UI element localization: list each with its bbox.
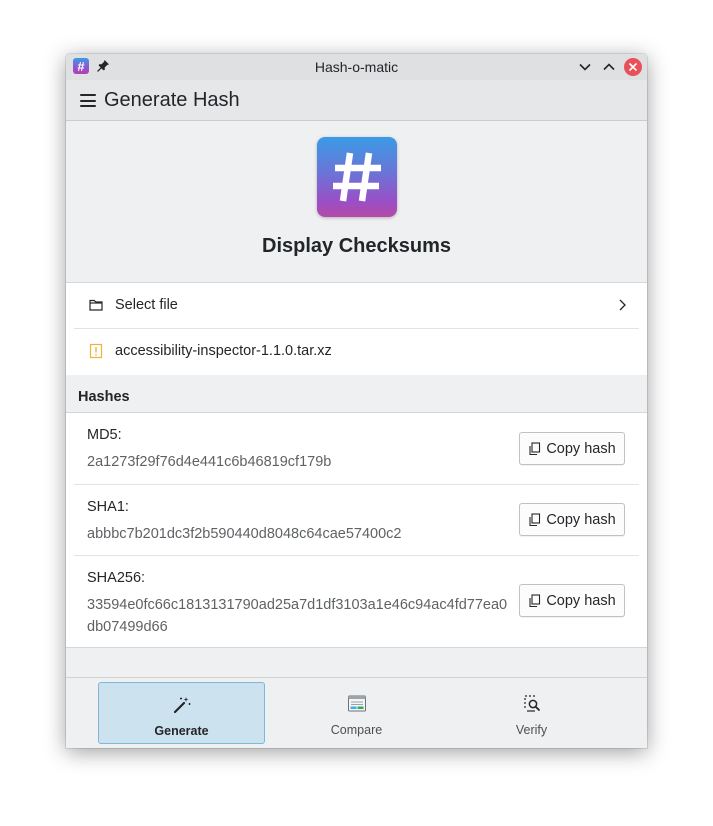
compare-icon	[347, 695, 366, 712]
hash-name: SHA256:	[87, 570, 146, 586]
copy-icon	[529, 593, 541, 607]
hash-value: abbbc7b201dc3f2b590440d8048c64cae57400c2	[87, 526, 402, 542]
maximize-button[interactable]	[600, 58, 618, 76]
copy-hash-button-sha256[interactable]: Copy hash	[519, 584, 625, 617]
nav-tab-compare[interactable]: Compare	[273, 682, 440, 744]
copy-hash-button-sha1[interactable]: Copy hash	[519, 503, 625, 536]
folder-icon	[89, 299, 103, 311]
nav-label: Generate	[154, 724, 209, 738]
bottom-navigation: Generate Compare Verify	[66, 677, 647, 748]
hero-title: Display Checksums	[262, 235, 451, 257]
selected-file-row: accessibility-inspector-1.1.0.tar.xz	[74, 329, 639, 374]
page-header: Generate Hash	[66, 80, 647, 121]
nav-label: Verify	[515, 723, 548, 737]
file-list: Select file accessibility-inspector-1.1.…	[66, 282, 647, 376]
hash-value: 2a1273f29f76d4e441c6b46819cf179b	[87, 454, 332, 470]
menu-icon[interactable]	[80, 94, 96, 107]
copy-hash-label: Copy hash	[546, 511, 616, 528]
hash-app-icon	[317, 137, 397, 217]
hash-row-sha1: SHA1: abbbc7b201dc3f2b590440d8048c64cae5…	[74, 485, 639, 556]
hash-name: MD5:	[87, 427, 122, 443]
copy-hash-label: Copy hash	[546, 440, 616, 457]
select-file-label: Select file	[115, 297, 178, 313]
app-window: # Hash-o-matic Generate Hash Display Che…	[66, 54, 647, 748]
magic-wand-icon	[173, 697, 190, 714]
title-bar[interactable]: # Hash-o-matic	[66, 54, 647, 80]
close-icon	[628, 62, 638, 72]
hash-row-sha256: SHA256: 33594e0fc66c1813131790ad25a7d1df…	[74, 556, 639, 647]
page-title: Generate Hash	[104, 89, 240, 111]
copy-icon	[529, 512, 541, 526]
copy-hash-label: Copy hash	[546, 592, 616, 609]
file-name: accessibility-inspector-1.1.0.tar.xz	[115, 343, 332, 359]
verify-icon	[523, 695, 540, 712]
copy-icon	[529, 441, 541, 455]
hero-section: Display Checksums	[66, 121, 647, 282]
warning-icon	[89, 343, 103, 359]
hash-list: MD5: 2a1273f29f76d4e441c6b46819cf179b Co…	[66, 412, 647, 648]
minimize-button[interactable]	[576, 58, 594, 76]
window-title: Hash-o-matic	[314, 59, 399, 75]
hash-value: 33594e0fc66c1813131790ad25a7d1df3103a1e4…	[87, 597, 508, 635]
hash-row-md5: MD5: 2a1273f29f76d4e441c6b46819cf179b Co…	[74, 413, 639, 485]
select-file-button[interactable]: Select file	[74, 283, 639, 329]
nav-tab-generate[interactable]: Generate	[98, 682, 265, 744]
hash-name: SHA1:	[87, 499, 129, 515]
chevron-right-icon	[619, 299, 626, 311]
copy-hash-button-md5[interactable]: Copy hash	[519, 432, 625, 465]
chevron-down-icon	[579, 63, 591, 71]
chevron-up-icon	[603, 63, 615, 71]
nav-label: Compare	[330, 723, 383, 737]
hashes-section-title: Hashes	[78, 389, 130, 405]
hashes-section-header: Hashes	[66, 375, 647, 412]
nav-tab-verify[interactable]: Verify	[448, 682, 615, 744]
close-button[interactable]	[624, 58, 642, 76]
